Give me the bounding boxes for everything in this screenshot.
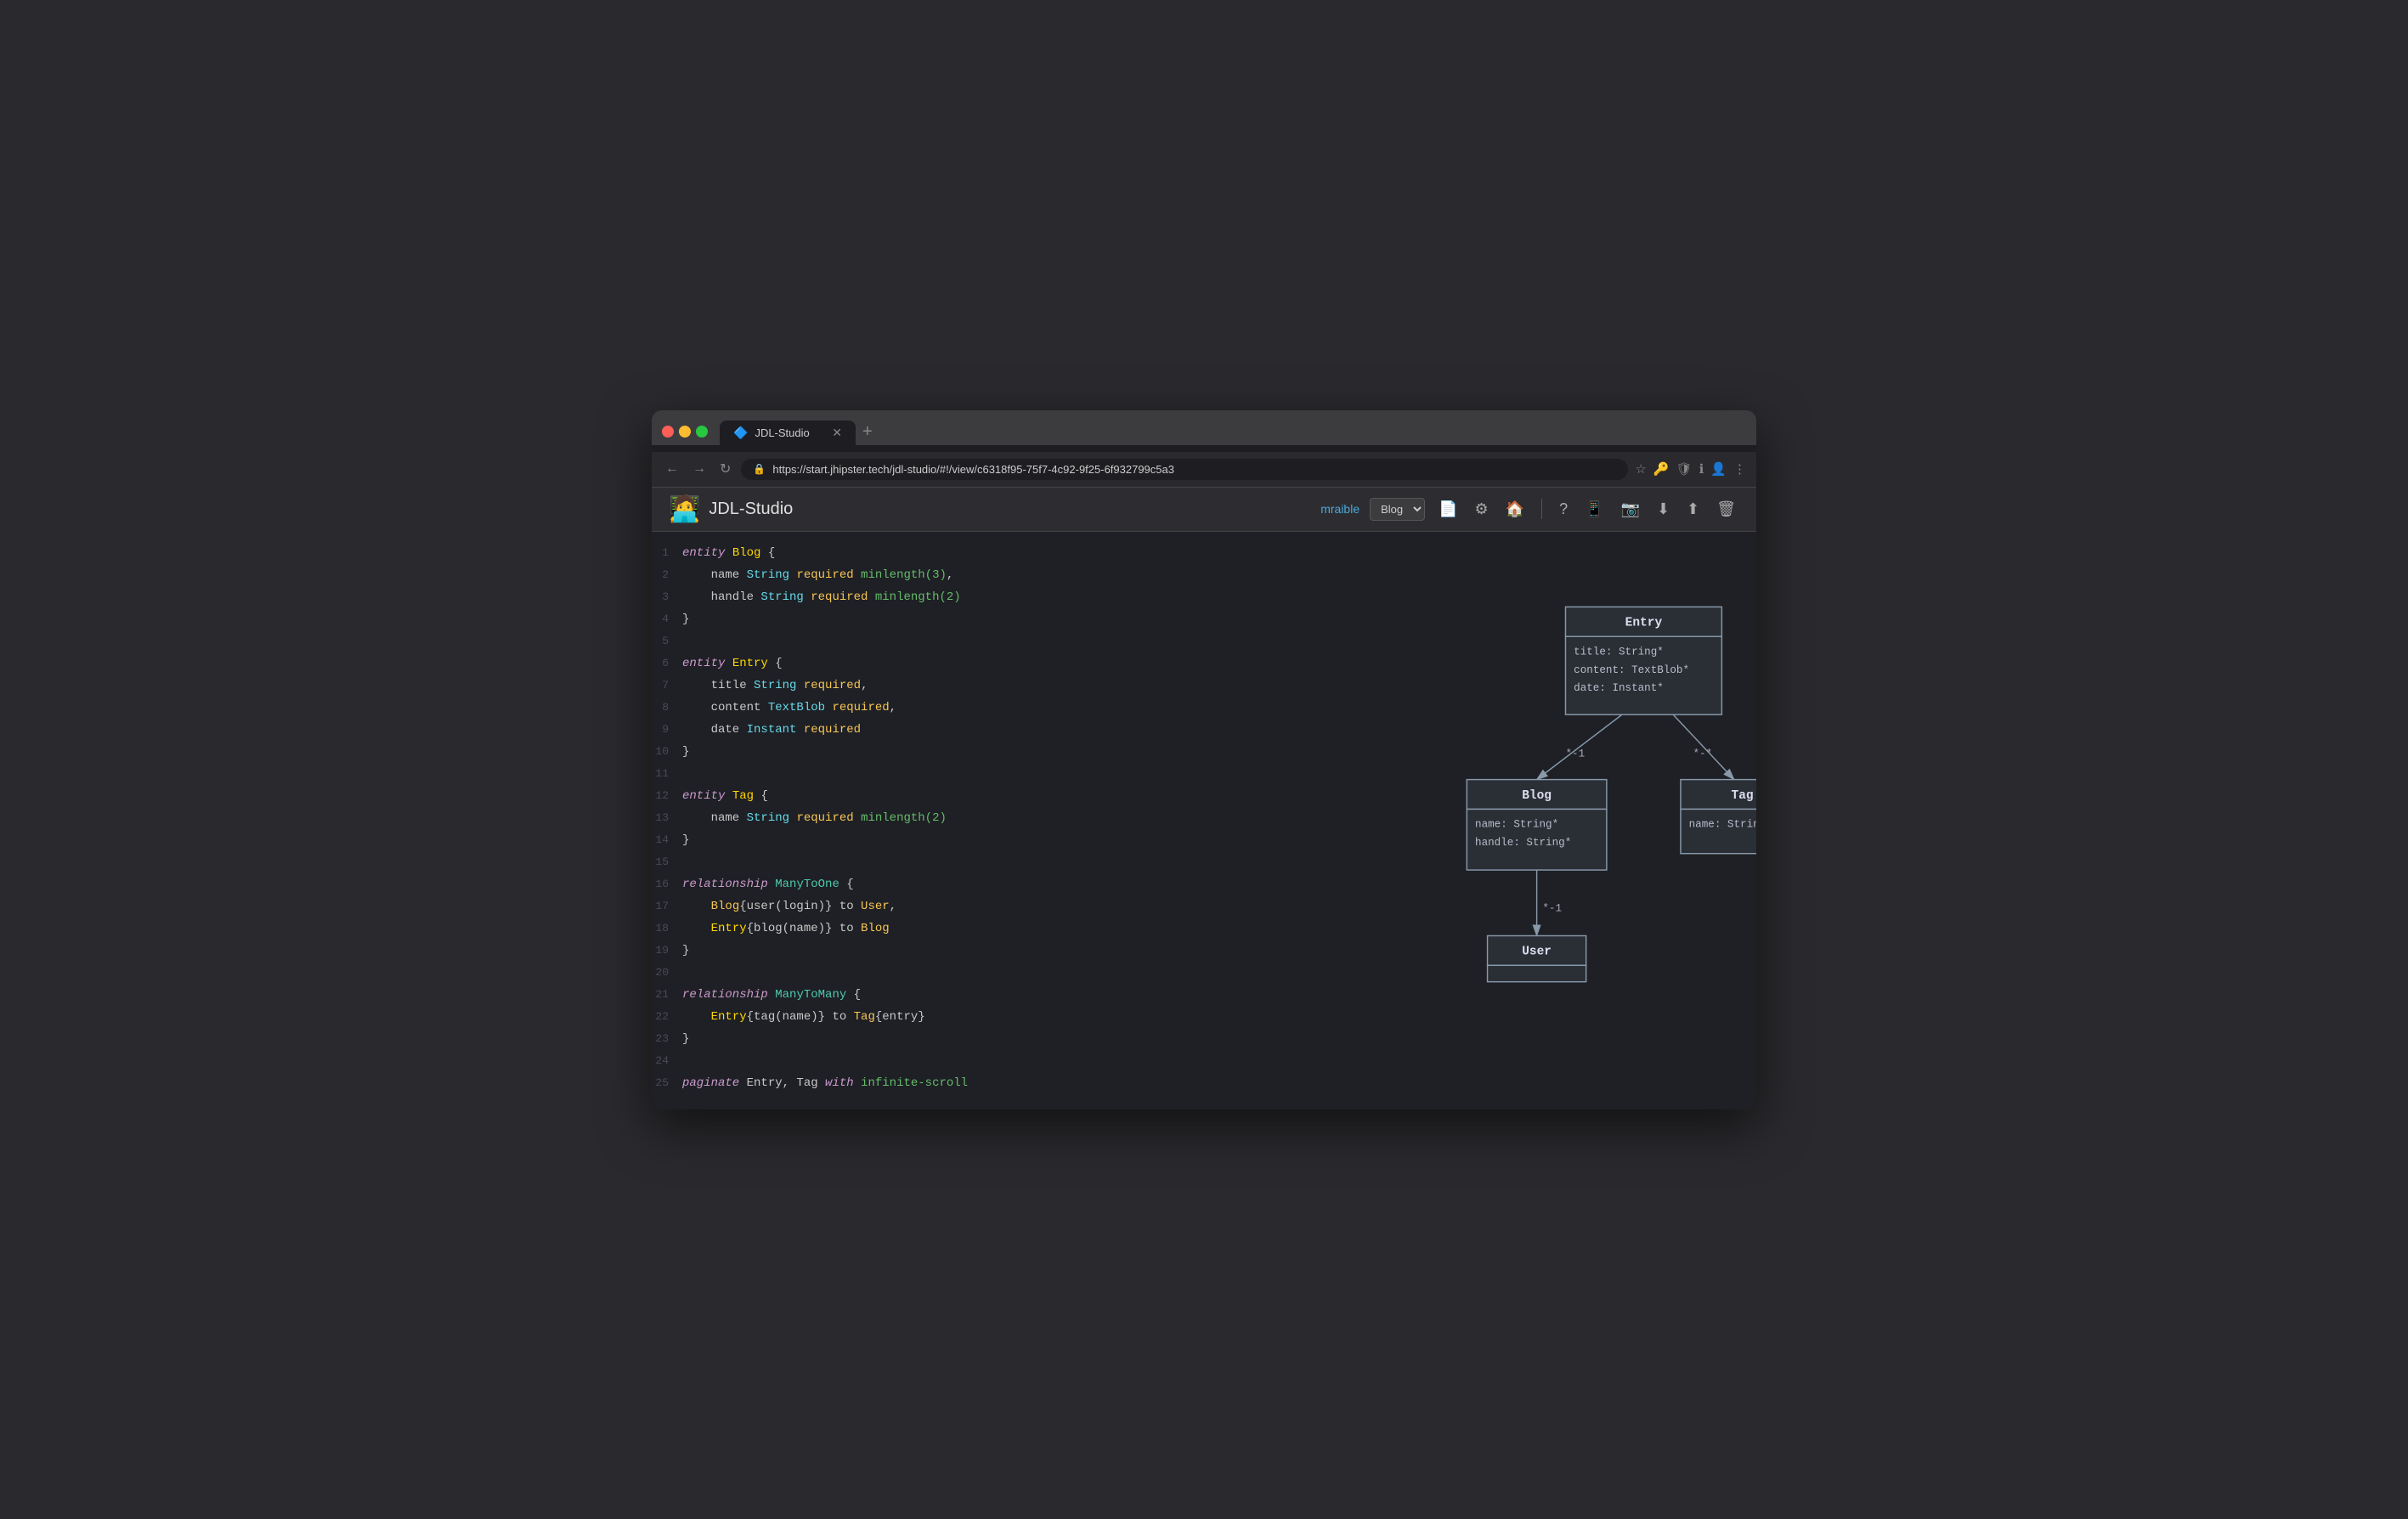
code-line: 1 entity Blog { — [652, 542, 1145, 564]
tag-title: Tag — [1731, 788, 1753, 802]
blog-select[interactable]: Blog — [1370, 498, 1425, 521]
tab-title: JDL-Studio — [755, 426, 809, 439]
url-input[interactable]: 🔒 https://start.jhipster.tech/jdl-studio… — [741, 459, 1628, 480]
entry-field-date: date: Instant* — [1574, 682, 1664, 694]
lock-icon: 🔒 — [753, 463, 766, 475]
info-icon[interactable]: ℹ — [1699, 461, 1704, 477]
avatar-icon[interactable]: 👤 — [1710, 461, 1727, 477]
code-line: 9 date Instant required — [652, 719, 1145, 741]
code-line: 16 relationship ManyToOne { — [652, 873, 1145, 895]
camera-icon-button[interactable]: 📷 — [1618, 497, 1643, 522]
code-line: 13 name String required minlength(2) — [652, 807, 1145, 829]
maximize-button[interactable] — [696, 426, 708, 438]
file-icon-button[interactable]: 📄 — [1435, 497, 1461, 522]
chrome-frame: 🔷 JDL-Studio ✕ + — [652, 410, 1756, 445]
code-line: 22 Entry{tag(name)} to Tag{entry} — [652, 1006, 1145, 1028]
mobile-icon-button[interactable]: 📱 — [1581, 497, 1607, 522]
code-line: 14 } — [652, 829, 1145, 851]
upload-icon-button[interactable]: ⬆ — [1683, 497, 1703, 522]
trash-icon-button[interactable]: 🗑 — [1713, 497, 1739, 522]
code-line: 18 Entry{blog(name)} to Blog — [652, 918, 1145, 940]
entry-blog-label: *-1 — [1565, 748, 1585, 760]
entry-field-title: title: String* — [1574, 646, 1664, 658]
username-label: mraible — [1320, 502, 1359, 516]
header-divider — [1541, 499, 1542, 519]
download-icon-button[interactable]: ⬇ — [1653, 497, 1673, 522]
app-header: 🧑‍💻 JDL-Studio mraible Blog 📄 ⚙ 🏠 ? 📱 📷 … — [652, 488, 1756, 532]
blog-title: Blog — [1522, 788, 1552, 802]
code-line: 7 title String required, — [652, 675, 1145, 697]
code-line: 10 } — [652, 741, 1145, 763]
code-line: 6 entity Entry { — [652, 652, 1145, 675]
app-title: JDL-Studio — [709, 500, 793, 519]
code-line: 23 } — [652, 1028, 1145, 1050]
tab-close-button[interactable]: ✕ — [832, 426, 842, 440]
entry-tag-label: *-* — [1693, 748, 1712, 760]
help-icon-button[interactable]: ? — [1556, 497, 1571, 522]
code-line: 19 } — [652, 940, 1145, 962]
logo-icon: 🧑‍💻 — [669, 494, 700, 524]
menu-icon[interactable]: ⋮ — [1733, 461, 1746, 477]
blog-user-label: *-1 — [1542, 902, 1562, 914]
settings-icon-button[interactable]: ⚙ — [1472, 497, 1492, 522]
entry-tag-line — [1672, 714, 1734, 779]
code-line: 4 } — [652, 608, 1145, 630]
entry-blog-line — [1537, 714, 1624, 779]
blog-field-handle: handle: String* — [1475, 837, 1571, 849]
tab-favicon-icon: 🔷 — [733, 426, 748, 440]
extension-icon[interactable]: 🛡 — [1676, 461, 1693, 477]
code-line: 17 Blog{user(login)} to User, — [652, 895, 1145, 918]
close-button[interactable] — [662, 426, 674, 438]
code-line: 25 paginate Entry, Tag with infinite-scr… — [652, 1072, 1145, 1094]
diagram-area: *-1 *-* *-1 Entry title: String* content… — [1145, 532, 1756, 1110]
code-line: 5 — [652, 630, 1145, 652]
code-line: 15 — [652, 851, 1145, 873]
reload-button[interactable]: ↻ — [716, 459, 734, 479]
minimize-button[interactable] — [679, 426, 691, 438]
code-line: 11 — [652, 763, 1145, 785]
address-actions: ☆ 🔑 🛡 ℹ 👤 ⋮ — [1635, 461, 1746, 477]
entry-title: Entry — [1625, 616, 1663, 630]
forward-button[interactable]: → — [689, 460, 709, 478]
main-content: 1 entity Blog { 2 name String required m… — [652, 532, 1756, 1110]
entry-field-content: content: TextBlob* — [1574, 664, 1689, 675]
blog-field-name: name: String* — [1475, 818, 1558, 830]
chrome-titlebar: 🔷 JDL-Studio ✕ + — [662, 419, 1746, 445]
back-button[interactable]: ← — [662, 460, 682, 478]
code-line: 8 content TextBlob required, — [652, 697, 1145, 719]
app-logo: 🧑‍💻 JDL-Studio — [669, 494, 793, 524]
address-bar-container: ← → ↻ 🔒 https://start.jhipster.tech/jdl-… — [652, 452, 1756, 488]
user-body-box — [1488, 965, 1586, 981]
tag-field-name: name: String* — [1689, 818, 1756, 830]
home-icon-button[interactable]: 🏠 — [1502, 497, 1528, 522]
url-text: https://start.jhipster.tech/jdl-studio/#… — [772, 463, 1616, 476]
user-title: User — [1522, 945, 1552, 958]
bookmark-icon[interactable]: ☆ — [1635, 461, 1646, 477]
tag-body-box — [1681, 809, 1756, 853]
active-tab[interactable]: 🔷 JDL-Studio ✕ — [720, 421, 856, 445]
bitwarden-icon[interactable]: 🔑 — [1653, 461, 1670, 477]
code-line: 2 name String required minlength(3), — [652, 564, 1145, 586]
blog-select-wrap: Blog — [1370, 498, 1425, 521]
code-line: 12 entity Tag { — [652, 785, 1145, 807]
entity-diagram: *-1 *-* *-1 Entry title: String* content… — [1145, 566, 1756, 1076]
new-tab-button[interactable]: + — [856, 419, 879, 445]
code-line: 3 handle String required minlength(2) — [652, 586, 1145, 608]
app-header-right: mraible Blog 📄 ⚙ 🏠 ? 📱 📷 ⬇ ⬆ 🗑 — [1320, 497, 1739, 522]
chrome-tabs: 🔷 JDL-Studio ✕ + — [720, 419, 879, 445]
traffic-lights — [662, 426, 708, 438]
code-editor[interactable]: 1 entity Blog { 2 name String required m… — [652, 532, 1145, 1110]
code-line: 24 — [652, 1050, 1145, 1072]
code-line: 21 relationship ManyToMany { — [652, 984, 1145, 1006]
code-line: 20 — [652, 962, 1145, 984]
browser-window: 🔷 JDL-Studio ✕ + ← → ↻ 🔒 https://start.j… — [652, 410, 1756, 1110]
